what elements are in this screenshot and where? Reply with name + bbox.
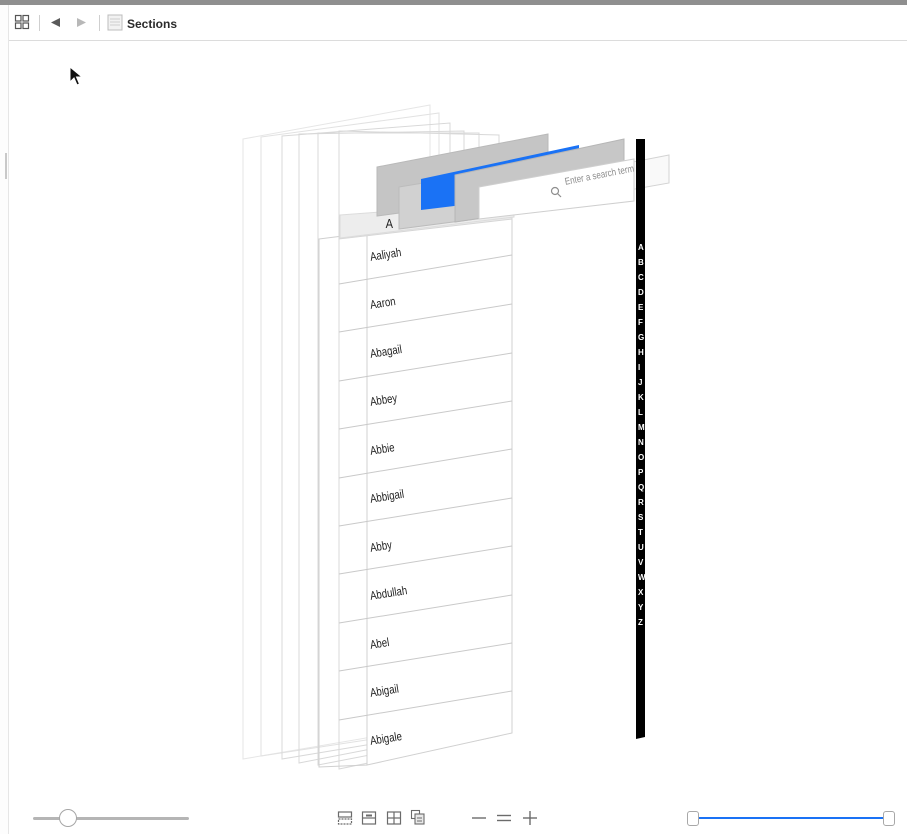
table-view-layer bbox=[338, 202, 513, 766]
slider-track bbox=[33, 817, 189, 820]
index-letter[interactable]: G bbox=[638, 333, 644, 342]
debug-toolbar: Sections bbox=[9, 5, 907, 41]
index-letter[interactable]: O bbox=[638, 453, 644, 462]
index-letter[interactable]: D bbox=[638, 288, 644, 297]
zoom-in-icon[interactable] bbox=[522, 810, 538, 826]
index-letter[interactable]: C bbox=[638, 273, 644, 282]
index-letter[interactable]: W bbox=[638, 573, 646, 582]
index-letter[interactable]: J bbox=[638, 378, 642, 387]
index-letter[interactable]: I bbox=[638, 363, 640, 372]
index-letter[interactable]: E bbox=[638, 303, 643, 312]
index-letter[interactable]: X bbox=[638, 588, 643, 597]
index-letter[interactable]: B bbox=[638, 258, 644, 267]
range-slider-max-handle[interactable] bbox=[883, 811, 895, 826]
index-letter[interactable]: T bbox=[638, 528, 643, 537]
index-letter[interactable]: Y bbox=[638, 603, 643, 612]
zoom-reset-icon[interactable] bbox=[496, 810, 512, 826]
layout-stack-icon[interactable] bbox=[410, 809, 426, 826]
index-letter[interactable]: R bbox=[638, 498, 644, 507]
spacing-slider[interactable] bbox=[33, 808, 189, 828]
layout-hierarchy-icon[interactable] bbox=[337, 810, 353, 826]
view-debugger-canvas[interactable]: A Enter a search term Aaliyah Aaron Abag… bbox=[9, 41, 907, 802]
range-slider-track bbox=[693, 817, 889, 819]
left-edge-strip bbox=[0, 5, 9, 834]
layout-grid-icon[interactable] bbox=[386, 810, 402, 826]
edge-marker bbox=[5, 153, 7, 179]
breadcrumb-label[interactable]: Sections bbox=[127, 17, 177, 31]
index-letter[interactable]: L bbox=[638, 408, 643, 417]
bottom-controls bbox=[9, 802, 907, 834]
back-arrow-icon[interactable] bbox=[50, 17, 62, 28]
index-letter[interactable]: V bbox=[638, 558, 643, 567]
index-letter[interactable]: S bbox=[638, 513, 643, 522]
index-letter[interactable]: Q bbox=[638, 483, 644, 492]
index-letter[interactable]: N bbox=[638, 438, 644, 447]
exploded-view-hierarchy[interactable] bbox=[9, 41, 907, 802]
magnifier-icon bbox=[550, 186, 562, 198]
index-letter[interactable]: H bbox=[638, 348, 644, 357]
index-letter[interactable]: Z bbox=[638, 618, 643, 627]
slider-thumb[interactable] bbox=[59, 809, 77, 827]
grid-icon[interactable] bbox=[14, 14, 30, 30]
index-letter[interactable]: A bbox=[638, 243, 644, 252]
index-letter[interactable]: P bbox=[638, 468, 643, 477]
layout-split-icon[interactable] bbox=[361, 810, 377, 826]
section-header-label: A bbox=[385, 216, 394, 231]
forward-arrow-icon[interactable] bbox=[75, 17, 87, 28]
sections-thumb-icon[interactable] bbox=[107, 14, 123, 31]
toolbar-separator bbox=[99, 15, 100, 31]
table-cell-strip bbox=[318, 232, 368, 768]
index-letter[interactable]: U bbox=[638, 543, 644, 552]
list-item[interactable]: Abel bbox=[369, 635, 390, 652]
range-slider-min-handle[interactable] bbox=[687, 811, 699, 826]
cursor-icon bbox=[69, 66, 84, 86]
index-letter[interactable]: K bbox=[638, 393, 644, 402]
range-slider[interactable] bbox=[687, 808, 895, 828]
zoom-out-icon[interactable] bbox=[471, 810, 487, 826]
index-letter[interactable]: F bbox=[638, 318, 643, 327]
toolbar-separator bbox=[39, 15, 40, 31]
index-letter[interactable]: M bbox=[638, 423, 645, 432]
